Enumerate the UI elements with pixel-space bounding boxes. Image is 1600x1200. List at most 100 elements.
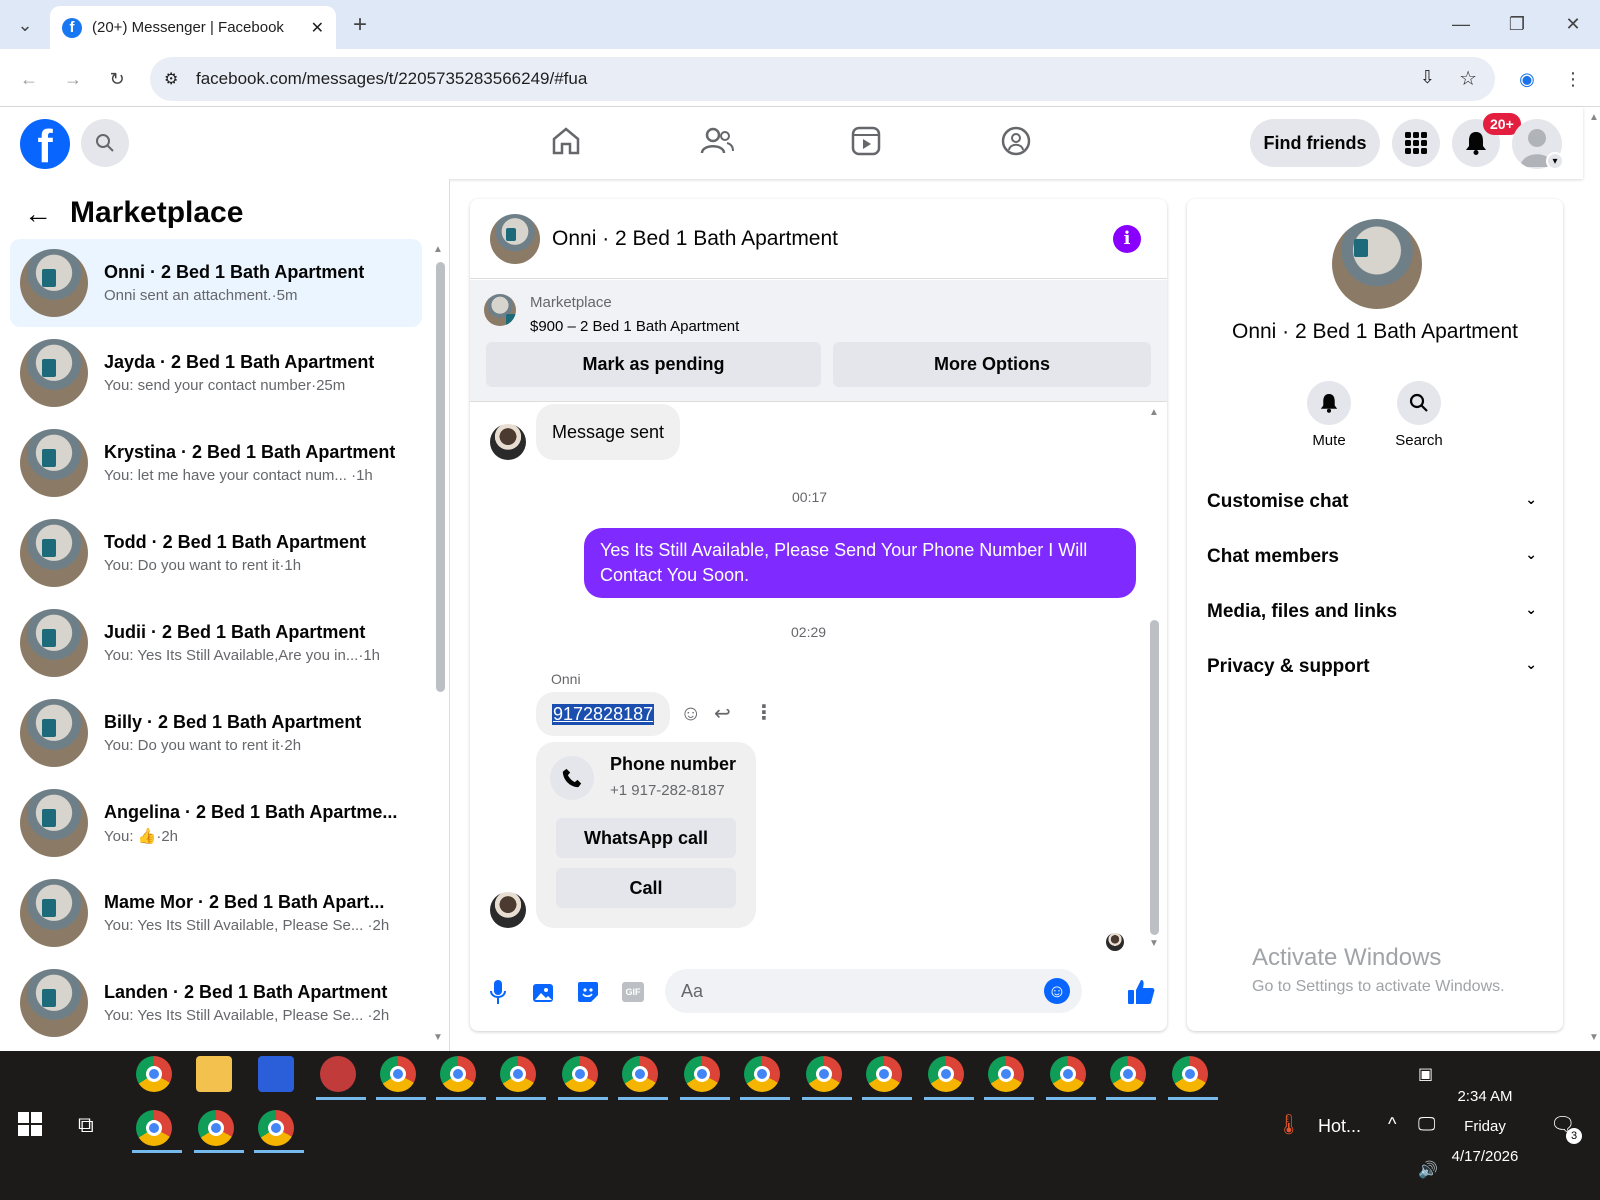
photo-icon[interactable] bbox=[532, 981, 554, 1008]
details-section-chat-members[interactable]: Chat members ⌄ bbox=[1207, 546, 1537, 568]
conversation-item[interactable]: Krystina · 2 Bed 1 Bath Apartment You: le… bbox=[10, 419, 422, 507]
reload-icon[interactable]: ↻ bbox=[102, 64, 132, 94]
browser-menu-icon[interactable]: ⋮ bbox=[1558, 64, 1588, 94]
chat-title[interactable]: Onni · 2 Bed 1 Bath Apartment bbox=[552, 227, 1113, 251]
emoji-icon[interactable]: ☺ bbox=[1044, 978, 1070, 1004]
back-icon[interactable]: ← bbox=[14, 64, 44, 94]
chrome-icon[interactable] bbox=[136, 1056, 172, 1092]
conversation-item[interactable]: Mame Mor · 2 Bed 1 Bath Apart... You: Yes… bbox=[10, 869, 422, 957]
find-friends-button[interactable]: Find friends bbox=[1250, 119, 1380, 167]
gif-icon[interactable]: GIF bbox=[622, 982, 644, 1002]
contact-avatar[interactable] bbox=[490, 892, 526, 928]
chrome-profile-icon[interactable] bbox=[1110, 1056, 1146, 1092]
bookmark-star-icon[interactable]: ☆ bbox=[1459, 66, 1477, 91]
listing-thumbnail[interactable] bbox=[484, 294, 516, 326]
task-view-icon[interactable]: ⧉ bbox=[78, 1112, 94, 1138]
search-chat-icon[interactable] bbox=[1397, 381, 1441, 425]
fb-search-icon[interactable] bbox=[81, 119, 129, 167]
forward-icon[interactable]: → bbox=[58, 64, 88, 94]
groups-icon[interactable] bbox=[1000, 125, 1032, 162]
clock-time[interactable]: 2:34 AM bbox=[1435, 1088, 1535, 1105]
chrome-profile-icon[interactable] bbox=[744, 1056, 780, 1092]
contact-profile-photo[interactable] bbox=[1332, 219, 1422, 309]
listing-title[interactable]: $900 – 2 Bed 1 Bath Apartment bbox=[530, 318, 739, 335]
back-arrow-icon[interactable]: ← bbox=[24, 198, 52, 230]
chrome-profile-icon[interactable] bbox=[928, 1056, 964, 1092]
minimize-icon[interactable]: — bbox=[1446, 10, 1476, 38]
install-app-icon[interactable]: ⇩ bbox=[1420, 67, 1435, 88]
more-actions-icon[interactable]: ⋮ bbox=[754, 700, 774, 725]
snipping-tool-icon[interactable] bbox=[320, 1056, 356, 1092]
chrome-profile-icon[interactable] bbox=[988, 1056, 1024, 1092]
weather-text[interactable]: Hot... bbox=[1318, 1116, 1361, 1137]
conversation-item[interactable]: Jayda · 2 Bed 1 Bath Apartment You: send … bbox=[10, 329, 422, 417]
info-icon[interactable]: i bbox=[1113, 224, 1141, 253]
chat-avatar[interactable] bbox=[490, 213, 540, 264]
message-sent-bubble[interactable]: Message sent bbox=[536, 404, 681, 460]
microphone-icon[interactable] bbox=[489, 979, 507, 1010]
chrome-profile-icon[interactable] bbox=[258, 1110, 294, 1146]
tab-search-chevron-icon[interactable]: ⌄ bbox=[10, 12, 40, 38]
sticker-icon[interactable] bbox=[577, 981, 599, 1008]
list-scroll-down-icon[interactable]: ▼ bbox=[433, 1032, 443, 1043]
close-tab-icon[interactable]: ✕ bbox=[311, 18, 324, 38]
more-options-button[interactable]: More Options bbox=[833, 342, 1151, 387]
details-section-privacy-support[interactable]: Privacy & support ⌄ bbox=[1207, 656, 1537, 678]
mark-as-pending-button[interactable]: Mark as pending bbox=[486, 342, 821, 387]
conversation-item[interactable]: Billy · 2 Bed 1 Bath Apartment You: Do yo… bbox=[10, 689, 422, 777]
account-chevron-icon[interactable]: ▾ bbox=[1546, 152, 1564, 170]
mute-bell-icon[interactable] bbox=[1307, 381, 1351, 425]
conversation-item[interactable]: Angelina · 2 Bed 1 Bath Apartme... You: 👍… bbox=[10, 779, 422, 867]
chat-scroll-up-icon[interactable]: ▲ bbox=[1149, 407, 1159, 418]
page-scroll-up-icon[interactable]: ▲ bbox=[1589, 112, 1599, 123]
chrome-profile-icon[interactable] bbox=[684, 1056, 720, 1092]
friends-icon[interactable] bbox=[700, 125, 734, 162]
mute-label[interactable]: Mute bbox=[1307, 432, 1351, 449]
facebook-logo-icon[interactable]: f bbox=[20, 119, 70, 169]
message-input[interactable]: Aa ☺ bbox=[665, 969, 1082, 1013]
app-icon[interactable] bbox=[258, 1056, 294, 1092]
details-section-customise-chat[interactable]: Customise chat ⌄ bbox=[1207, 491, 1537, 513]
chrome-profile-icon[interactable] bbox=[136, 1110, 172, 1146]
address-bar[interactable]: ⚙ facebook.com/messages/t/22057352835662… bbox=[150, 57, 1495, 101]
chrome-profile-icon[interactable] bbox=[500, 1056, 536, 1092]
profile-icon[interactable]: ◉ bbox=[1512, 64, 1542, 94]
chrome-profile-icon[interactable] bbox=[1172, 1056, 1208, 1092]
reply-icon[interactable]: ↩ bbox=[714, 701, 731, 726]
windows-start-icon[interactable] bbox=[18, 1112, 42, 1141]
clock-day[interactable]: Friday bbox=[1435, 1118, 1535, 1135]
menu-grid-icon[interactable] bbox=[1392, 119, 1440, 167]
contact-avatar[interactable] bbox=[490, 424, 526, 460]
chrome-profile-icon[interactable] bbox=[866, 1056, 902, 1092]
phone-message-bubble[interactable]: 9172828187 bbox=[536, 692, 671, 736]
chrome-profile-icon[interactable] bbox=[440, 1056, 476, 1092]
phone-number-selection[interactable]: 9172828187 bbox=[552, 703, 655, 725]
list-scrollbar[interactable] bbox=[436, 262, 445, 692]
video-icon[interactable] bbox=[850, 125, 882, 162]
outgoing-message-bubble[interactable]: Yes Its Still Available, Please Send You… bbox=[584, 528, 1136, 598]
details-section-media-files-and-links[interactable]: Media, files and links ⌄ bbox=[1207, 601, 1537, 623]
chat-scroll-down-icon[interactable]: ▼ bbox=[1149, 938, 1159, 949]
call-button[interactable]: Call bbox=[556, 868, 736, 908]
conversation-item[interactable]: Onni · 2 Bed 1 Bath Apartment Onni sent a… bbox=[10, 239, 422, 327]
conversation-item[interactable]: Landen · 2 Bed 1 Bath Apartment You: Yes … bbox=[10, 959, 422, 1047]
close-window-icon[interactable]: ✕ bbox=[1558, 10, 1588, 38]
clock-date[interactable]: 4/17/2026 bbox=[1435, 1148, 1535, 1165]
chrome-profile-icon[interactable] bbox=[622, 1056, 658, 1092]
chrome-profile-icon[interactable] bbox=[1050, 1056, 1086, 1092]
network-icon[interactable]: 🖵 bbox=[1418, 1114, 1435, 1135]
chat-scrollbar[interactable] bbox=[1150, 620, 1159, 935]
file-explorer-icon[interactable] bbox=[196, 1056, 232, 1092]
weather-icon[interactable]: 🌡 bbox=[1276, 1112, 1301, 1137]
conversation-item[interactable]: Todd · 2 Bed 1 Bath Apartment You: Do you… bbox=[10, 509, 422, 597]
browser-tab[interactable]: f (20+) Messenger | Facebook ✕ bbox=[50, 6, 336, 49]
whatsapp-call-button[interactable]: WhatsApp call bbox=[556, 818, 736, 858]
search-label[interactable]: Search bbox=[1389, 432, 1449, 449]
restore-icon[interactable]: ❐ bbox=[1502, 10, 1532, 38]
tray-overflow-icon[interactable]: ^ bbox=[1388, 1114, 1396, 1135]
meet-now-icon[interactable]: ▣ bbox=[1418, 1064, 1433, 1084]
new-tab-icon[interactable]: + bbox=[345, 11, 375, 38]
chrome-profile-icon[interactable] bbox=[380, 1056, 416, 1092]
chrome-profile-icon[interactable] bbox=[806, 1056, 842, 1092]
page-scroll-down-icon[interactable]: ▼ bbox=[1589, 1032, 1599, 1043]
